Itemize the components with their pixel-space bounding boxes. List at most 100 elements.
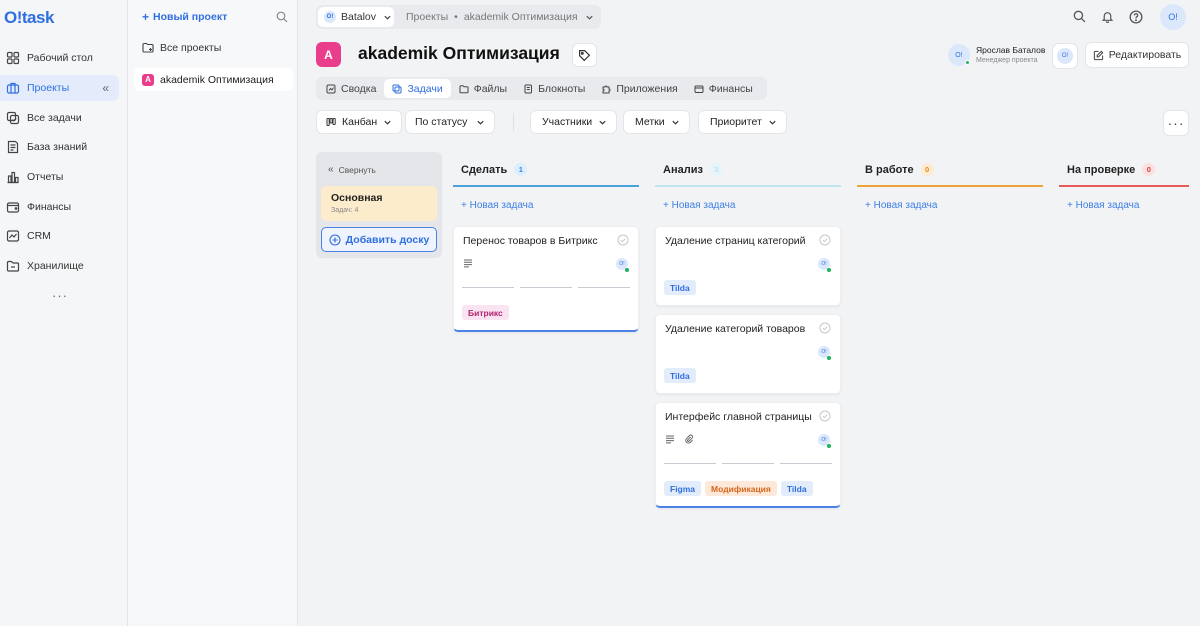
app-logo[interactable]: O!task	[4, 8, 54, 28]
new-project-button[interactable]: + Новый проект	[142, 10, 227, 24]
nav-item-projects[interactable]: Проекты «	[0, 75, 119, 101]
task-tags: Tilda	[664, 368, 700, 383]
kanban-column: На проверке 0 + Новая задача	[1059, 160, 1189, 211]
assignee-avatar[interactable]: O!	[818, 434, 831, 448]
tab-files[interactable]: Файлы	[451, 79, 515, 98]
task-tag[interactable]: Модификация	[705, 481, 777, 496]
tab-label: Файлы	[473, 82, 508, 95]
add-board-button[interactable]: Добавить доску	[321, 227, 437, 252]
plus-circle-icon	[329, 233, 341, 246]
project-icon: A	[316, 42, 341, 67]
project-list-item[interactable]: A akademik Оптимизация	[134, 68, 293, 91]
task-tag[interactable]: Битрикс	[462, 305, 509, 320]
edit-project-button[interactable]: Редактировать	[1085, 42, 1189, 68]
complete-task-button[interactable]	[617, 234, 629, 246]
task-card[interactable]: Перенос товаров в Битрикс O! Битрикс	[453, 226, 639, 332]
tab-summary[interactable]: Сводка	[318, 79, 384, 98]
tab-finance[interactable]: Финансы	[686, 79, 761, 98]
nav-item-storage[interactable]: Хранилище	[0, 253, 128, 279]
more-nav-button[interactable]: ···	[52, 288, 68, 303]
labels-filter[interactable]: Метки	[623, 110, 690, 134]
project-search-button[interactable]	[276, 11, 288, 23]
user-avatar[interactable]: O!	[1160, 4, 1186, 30]
members-button[interactable]: O!	[1052, 43, 1078, 69]
nav-item-dashboard[interactable]: Рабочий стол	[0, 45, 128, 71]
manager-avatar[interactable]: O!	[948, 44, 970, 66]
breadcrumb-project[interactable]: akademik Оптимизация	[464, 11, 578, 23]
more-options-button[interactable]: ···	[1163, 110, 1189, 136]
tab-tasks[interactable]: Задачи	[384, 79, 451, 98]
nav-item-reports[interactable]: Отчеты	[0, 164, 128, 190]
view-mode-label: Канбан	[342, 116, 378, 128]
new-task-button[interactable]: + Новая задача	[461, 200, 533, 211]
project-list-item-name: akademik Оптимизация	[160, 73, 274, 86]
view-mode-select[interactable]: Канбан	[316, 110, 403, 134]
all-projects-link[interactable]: Все проекты	[142, 42, 221, 54]
task-card[interactable]: Удаление страниц категорий O! Tilda	[655, 226, 841, 306]
assignee-avatar[interactable]: O!	[616, 258, 629, 272]
group-by-select[interactable]: По статусу	[405, 110, 496, 134]
puzzle-icon	[602, 85, 611, 93]
nav-item-label: Проекты	[27, 82, 70, 94]
nav-item-finance[interactable]: Финансы	[0, 194, 128, 220]
subtask-progress	[664, 463, 832, 464]
task-tag[interactable]: Tilda	[664, 280, 696, 295]
description-icon	[464, 259, 472, 268]
project-tags-button[interactable]	[572, 43, 597, 67]
collapse-sidebar-button[interactable]: «	[102, 81, 109, 95]
task-title[interactable]: Удаление страниц категорий	[665, 235, 806, 247]
task-card[interactable]: Интерфейс главной страницы O! Figma Модифик…	[655, 402, 841, 508]
members-filter[interactable]: Участники	[530, 110, 618, 134]
task-title[interactable]: Интерфейс главной страницы	[665, 411, 812, 423]
priority-filter[interactable]: Приоритет	[698, 110, 787, 134]
progress-segment	[519, 287, 573, 288]
column-header: Анализ 3	[663, 163, 723, 176]
kanban-column: Сделать 1 + Новая задача	[453, 160, 639, 211]
global-search-button[interactable]	[1073, 10, 1086, 23]
task-tag[interactable]: Figma	[664, 481, 702, 496]
kanban-column: В работе 0 + Новая задача	[857, 160, 1043, 211]
tab-label: Приложения	[616, 82, 678, 95]
help-icon	[1129, 10, 1143, 24]
double-chevron-left-icon: «	[328, 164, 334, 175]
assignee-initials: O!	[821, 349, 827, 355]
help-button[interactable]	[1129, 10, 1143, 24]
task-title[interactable]: Удаление категорий товаров	[665, 323, 805, 335]
complete-task-button[interactable]	[819, 410, 831, 422]
progress-segment	[721, 463, 775, 464]
board-item[interactable]: Основная Задач: 4	[321, 186, 437, 221]
member-avatar: O!	[1057, 48, 1073, 64]
nav-item-knowledge-base[interactable]: База знаний	[0, 134, 128, 160]
folder-icon	[6, 260, 20, 272]
complete-task-button[interactable]	[819, 322, 831, 334]
tab-apps[interactable]: Приложения	[593, 79, 685, 98]
new-task-button[interactable]: + Новая задача	[1067, 200, 1139, 211]
assignee-avatar[interactable]: O!	[818, 346, 831, 360]
new-task-button[interactable]: + Новая задача	[663, 200, 735, 211]
tab-label: Сводка	[341, 82, 377, 95]
check-circle-icon	[819, 410, 831, 422]
task-tag[interactable]: Tilda	[664, 368, 696, 383]
boards-panel: « Свернуть Основная Задач: 4 Добавить до…	[316, 152, 442, 258]
board-task-count: Задач: 4	[331, 207, 359, 214]
tab-notebooks[interactable]: Блокноты	[515, 79, 593, 98]
wallet-icon	[6, 202, 20, 213]
collapse-boards-button[interactable]: « Свернуть	[328, 164, 376, 175]
notifications-button[interactable]	[1101, 10, 1114, 23]
nav-item-all-tasks[interactable]: Все задачи	[0, 105, 128, 131]
breadcrumb-projects[interactable]: Проекты	[406, 11, 448, 23]
tab-label: Финансы	[708, 82, 753, 95]
progress-segment	[462, 287, 515, 288]
nav-item-crm[interactable]: CRM	[0, 223, 128, 249]
task-tag[interactable]: Tilda	[780, 481, 813, 496]
assignee-avatar[interactable]: O!	[818, 258, 831, 272]
task-card[interactable]: Удаление категорий товаров O! Tilda	[655, 314, 841, 394]
assignee-initials: O!	[619, 261, 625, 267]
board-name: Основная	[331, 192, 383, 204]
chevron-down-icon[interactable]	[585, 13, 594, 22]
knowledge-icon	[7, 140, 19, 154]
workspace-switcher[interactable]: O! Batalov	[318, 7, 394, 27]
new-task-button[interactable]: + Новая задача	[865, 200, 937, 211]
complete-task-button[interactable]	[819, 234, 831, 246]
task-title[interactable]: Перенос товаров в Битрикс	[463, 235, 598, 247]
